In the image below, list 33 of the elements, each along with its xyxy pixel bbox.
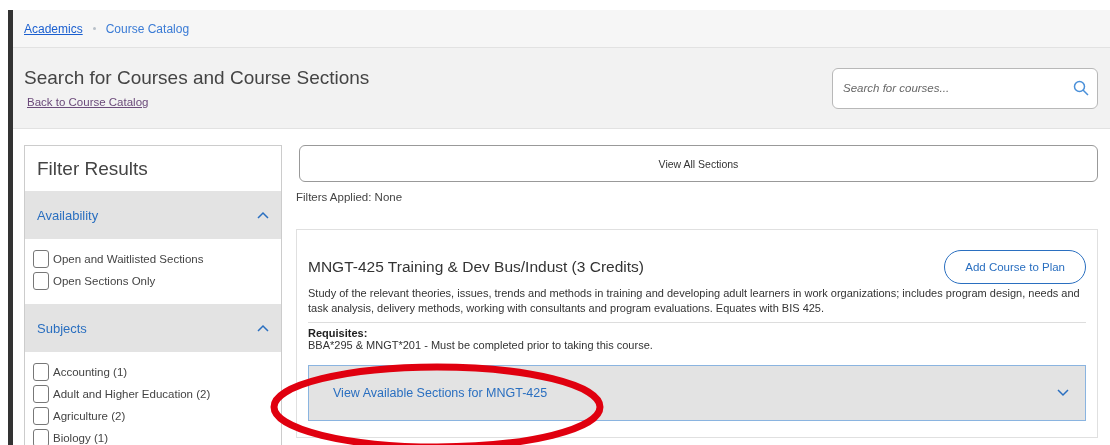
search-input[interactable]: Search for courses... [841,81,1073,95]
checkbox-label: Open Sections Only [53,275,156,287]
add-course-button[interactable]: Add Course to Plan [944,250,1086,284]
search-field[interactable]: Search for courses... [832,67,1098,109]
breadcrumb-link[interactable]: Academics [24,21,83,36]
search-icon [1073,80,1089,96]
checkbox-label: Adult and Higher Education (2) [53,388,211,400]
checkbox-label: Agriculture (2) [53,410,126,422]
checkbox-label: Biology (1) [53,432,108,444]
checkbox[interactable] [33,363,49,381]
checkbox[interactable] [33,250,49,268]
caret-icon [1057,389,1069,397]
filter-group-header[interactable]: Availability [25,191,281,239]
filter-title: Filter Results [36,157,149,181]
page-title: Search for Courses and Course Sections [24,66,370,89]
caret-icon [257,324,269,332]
view-all-sections-button[interactable]: View All Sections [299,145,1098,182]
course-description: Study of the relevant theories, issues, trends and methods in training and developing adult learners in work organizations; includes program design, needs and task analysis, delivery methods, working with consultants and program evaluations. Equates with BIS 425. [308,286,1086,323]
caret-icon [257,211,269,219]
checkbox[interactable] [33,429,49,445]
requisites-text: BBA*295 & MNGT*201 - Must be completed prior to taking this course. [308,339,654,351]
checkbox-label: Accounting (1) [53,366,128,378]
checkbox[interactable] [33,385,49,403]
filters-applied-text: Filters Applied: None [296,191,404,203]
checkbox-label: Open and Waitlisted Sections [53,253,204,265]
course-title: MNGT-425 Training & Dev Bus/Indust (3 Credits) [308,258,644,276]
checkbox[interactable] [33,272,49,290]
requisites-label: Requisites: [308,327,369,339]
breadcrumb-link[interactable]: Course Catalog [105,21,190,36]
back-link[interactable]: Back to Course Catalog [27,95,149,108]
sections-toggle[interactable]: View Available Sections for MNGT-425 [308,365,1086,421]
checkbox[interactable] [33,407,49,425]
filter-group-header[interactable]: Subjects [25,304,281,352]
